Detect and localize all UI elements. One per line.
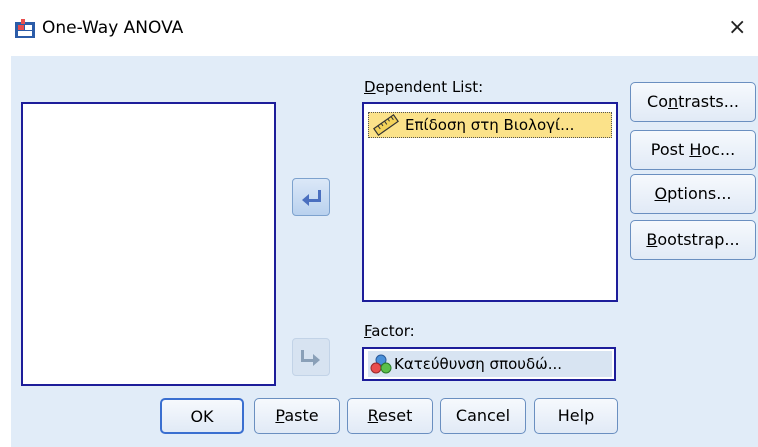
ok-button[interactable]: OK — [160, 398, 244, 434]
factor-item[interactable]: Κατεύθυνση σπουδώ... — [368, 351, 612, 377]
arrow-left-icon — [302, 190, 321, 206]
dependent-item-label: Επίδοση στη Βιολογί... — [405, 116, 575, 134]
nominal-variable-icon — [370, 354, 392, 374]
title-bar: One-Way ANOVA × — [0, 0, 758, 56]
dependent-list-label: Dependent List: — [364, 78, 484, 96]
window-title: One-Way ANOVA — [42, 18, 184, 38]
reset-button[interactable]: Reset — [347, 398, 433, 434]
close-icon[interactable]: × — [728, 14, 746, 42]
dependent-list-item[interactable]: Επίδοση στη Βιολογί... — [368, 112, 612, 138]
source-variable-list[interactable] — [21, 102, 276, 386]
post-hoc-button[interactable]: Post Hoc... — [630, 130, 756, 170]
factor-label: Factor: — [364, 322, 415, 340]
cancel-button[interactable]: Cancel — [440, 398, 526, 434]
paste-button[interactable]: Paste — [254, 398, 340, 434]
bootstrap-button[interactable]: Bootstrap... — [630, 220, 756, 260]
ruler-scale-icon — [373, 114, 399, 136]
contrasts-button[interactable]: Contrasts... — [630, 82, 756, 122]
factor-item-label: Κατεύθυνση σπουδώ... — [394, 355, 562, 373]
spss-dialog-icon — [15, 19, 35, 38]
factor-box[interactable]: Κατεύθυνση σπουδώ... — [362, 347, 616, 381]
move-to-dependent-button[interactable] — [292, 178, 330, 216]
move-to-factor-button[interactable] — [292, 338, 330, 376]
help-button[interactable]: Help — [534, 398, 618, 434]
arrow-right-icon — [301, 350, 320, 366]
options-button[interactable]: Options... — [630, 174, 756, 214]
